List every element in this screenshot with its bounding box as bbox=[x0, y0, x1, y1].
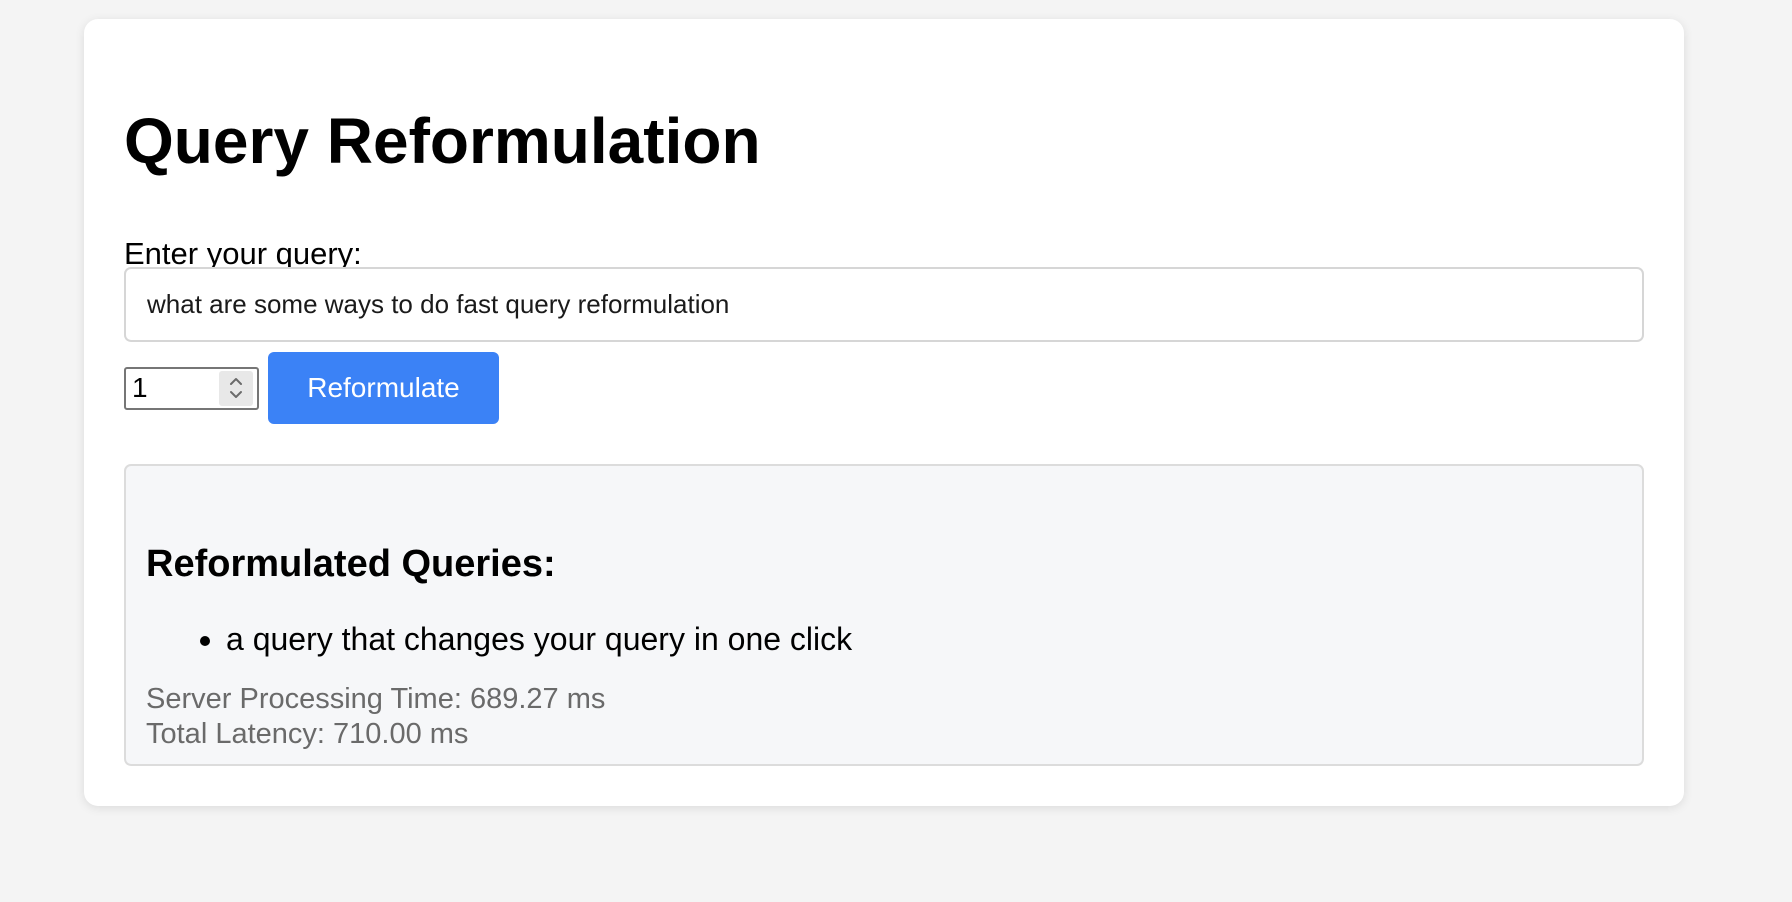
total-latency: Total Latency: 710.00 ms bbox=[146, 718, 469, 750]
main-card: Query Reformulation Enter your query: 1 … bbox=[84, 19, 1684, 806]
page-title: Query Reformulation bbox=[124, 105, 761, 177]
chevron-up-icon[interactable] bbox=[229, 377, 243, 386]
server-processing-time: Server Processing Time: 689.27 ms bbox=[146, 683, 606, 715]
count-value[interactable]: 1 bbox=[126, 372, 219, 404]
stats-block: Server Processing Time: 689.27 ms Total … bbox=[146, 682, 605, 752]
count-stepper[interactable]: 1 bbox=[124, 366, 259, 410]
chevron-down-icon[interactable] bbox=[229, 389, 243, 400]
results-heading: Reformulated Queries: bbox=[146, 543, 556, 585]
results-panel: Reformulated Queries: a query that chang… bbox=[124, 464, 1644, 766]
results-list: a query that changes your query in one c… bbox=[146, 620, 852, 658]
list-item: a query that changes your query in one c… bbox=[226, 620, 852, 658]
stepper-arrows[interactable] bbox=[219, 370, 253, 406]
reformulate-button[interactable]: Reformulate bbox=[268, 352, 499, 424]
query-input[interactable] bbox=[124, 267, 1644, 342]
controls-row: 1 Reformulate bbox=[124, 352, 499, 424]
